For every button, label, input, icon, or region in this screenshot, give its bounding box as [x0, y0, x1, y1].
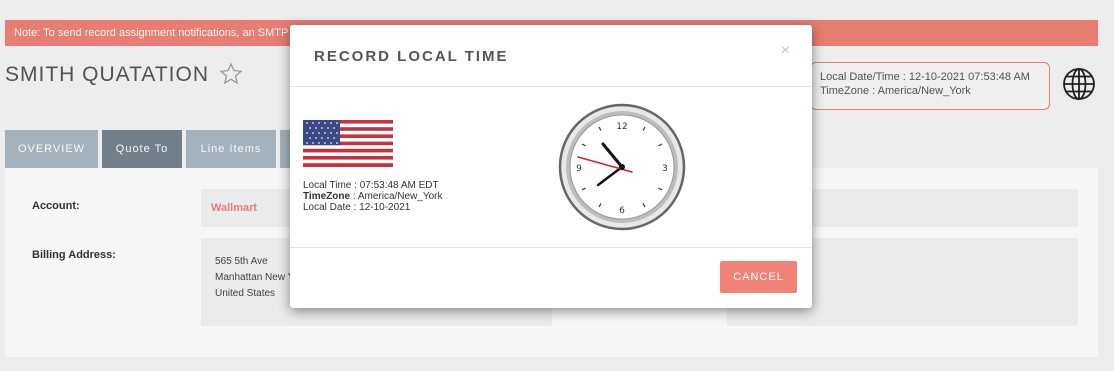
local-time-value: : 07:53:48 AM EDT [351, 180, 439, 191]
clock-numeral-6: 6 [619, 206, 625, 216]
analog-clock-icon: 12 3 6 9 [558, 103, 686, 231]
local-date-label: Local Date [303, 202, 351, 213]
clock-numeral-3: 3 [662, 164, 668, 174]
timezone-label: TimeZone [303, 191, 351, 202]
modal-title: RECORD LOCAL TIME [314, 48, 509, 65]
cancel-button[interactable]: CANCEL [720, 261, 797, 293]
timezone-value: : America/New_York [350, 191, 443, 202]
local-time-label: Local Time [303, 180, 352, 191]
clock-numeral-12: 12 [616, 122, 627, 132]
close-icon[interactable]: × [781, 42, 790, 60]
record-local-time-dialog: RECORD LOCAL TIME × Local Time: 07:53:4… [290, 25, 812, 308]
modal-footer: CANCEL [290, 247, 812, 308]
local-time-info: Local Time : 07:53:48 AM EDT TimeZone : … [303, 180, 443, 213]
modal-body: Local Time : 07:53:48 AM EDT TimeZone : … [290, 87, 812, 247]
clock-numeral-9: 9 [576, 164, 582, 174]
local-date-value: : 12-10-2021 [350, 202, 411, 213]
modal-header: RECORD LOCAL TIME × [290, 25, 812, 87]
us-flag-icon [303, 120, 393, 167]
